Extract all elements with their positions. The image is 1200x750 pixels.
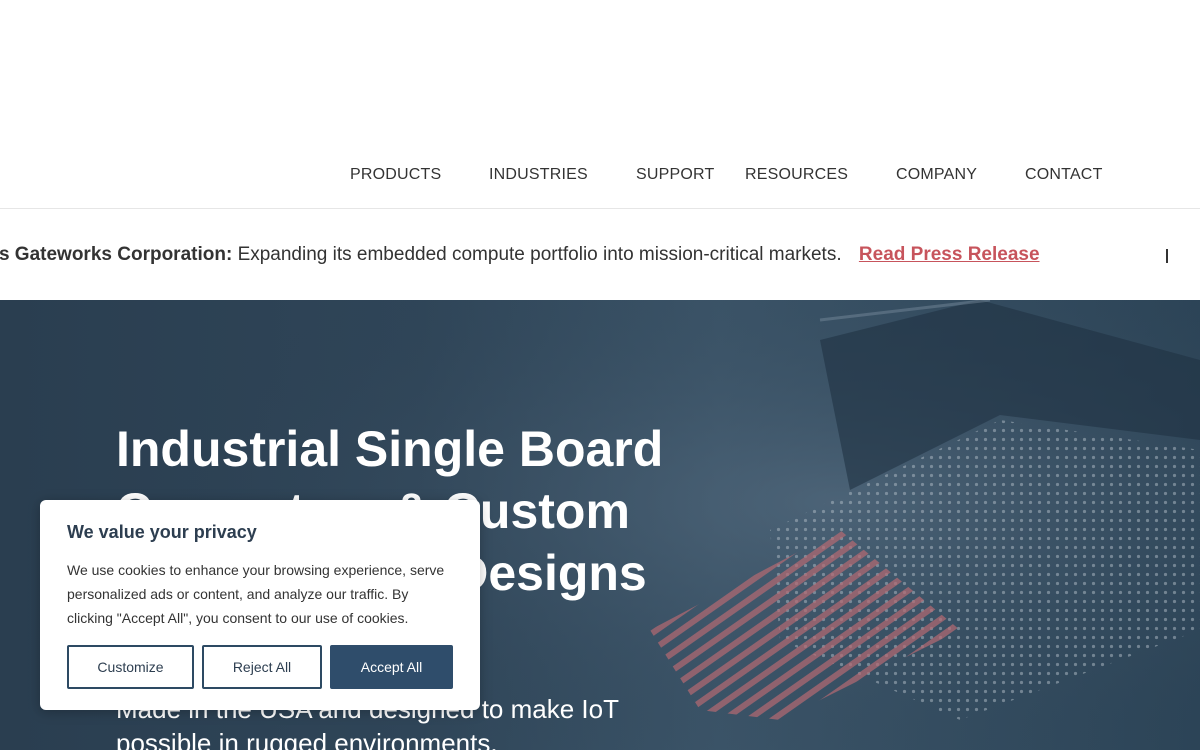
cookie-title: We value your privacy [67, 522, 257, 542]
news-ticker: res Gateworks Corporation: Expanding its… [0, 209, 1200, 300]
reject-all-button[interactable]: Reject All [202, 645, 322, 689]
customize-button[interactable]: Customize [67, 645, 194, 689]
nav-industries[interactable]: INDUSTRIES [489, 166, 588, 184]
cookie-buttons: Customize Reject All Accept All [67, 645, 453, 689]
cookie-text: We use cookies to enhance your browsing … [67, 562, 445, 626]
ticker-line: res Gateworks Corporation: Expanding its… [0, 244, 1040, 266]
nav-company[interactable]: COMPANY [896, 166, 977, 184]
ticker-next-marker [1166, 249, 1168, 263]
read-press-release-link[interactable]: Read Press Release [859, 244, 1040, 265]
nav-resources[interactable]: RESOURCES [745, 166, 848, 184]
main-nav: PRODUCTS INDUSTRIES SUPPORT RESOURCES CO… [0, 166, 1200, 186]
ticker-headline: res Gateworks Corporation: [0, 244, 233, 265]
site-header: PRODUCTS INDUSTRIES SUPPORT RESOURCES CO… [0, 0, 1200, 208]
ticker-text: Expanding its embedded compute portfolio… [237, 244, 842, 265]
nav-support[interactable]: SUPPORT [636, 166, 714, 184]
cookie-consent-banner: We value your privacy We use cookies to … [40, 500, 480, 710]
nav-contact[interactable]: CONTACT [1025, 166, 1103, 184]
nav-products[interactable]: PRODUCTS [350, 166, 441, 184]
accept-all-button[interactable]: Accept All [330, 645, 453, 689]
